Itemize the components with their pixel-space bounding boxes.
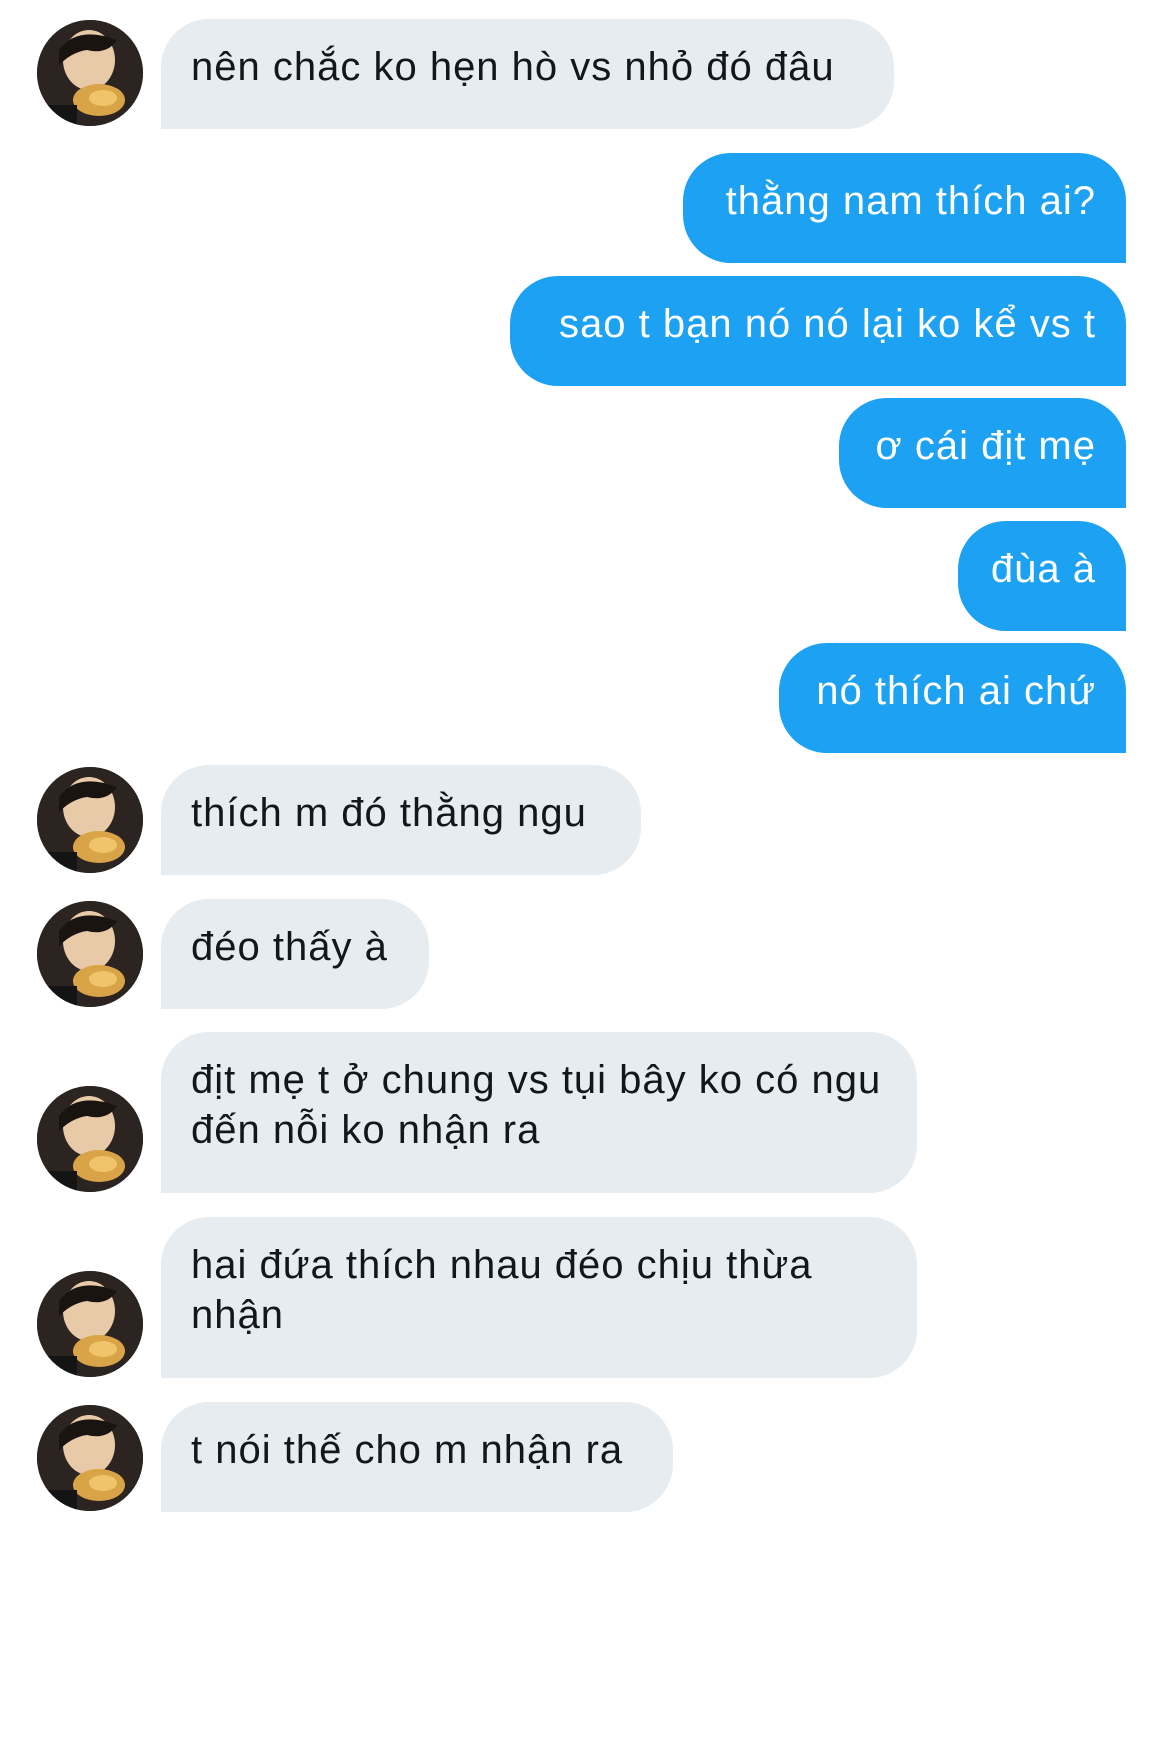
incoming-message[interactable]: hai đứa thích nhau đéo chịu thừa nhận (161, 1217, 917, 1378)
incoming-message[interactable]: nên chắc ko hẹn hò vs nhỏ đó đâu (161, 19, 894, 129)
avatar[interactable] (37, 767, 143, 873)
avatar[interactable] (37, 20, 143, 126)
outgoing-message[interactable]: thằng nam thích ai? (683, 153, 1126, 263)
avatar[interactable] (37, 1271, 143, 1377)
outgoing-message[interactable]: sao t bạn nó nó lại ko kể vs t (510, 276, 1126, 386)
incoming-message[interactable]: địt mẹ t ở chung vs tụi bây ko có ngu đế… (161, 1032, 917, 1193)
incoming-message[interactable]: đéo thấy à (161, 899, 429, 1009)
outgoing-message[interactable]: nó thích ai chứ (779, 643, 1126, 753)
avatar[interactable] (37, 1405, 143, 1511)
avatar[interactable] (37, 1086, 143, 1192)
outgoing-message[interactable]: ơ cái địt mẹ (839, 398, 1126, 508)
outgoing-message[interactable]: đùa à (958, 521, 1126, 631)
incoming-message[interactable]: thích m đó thằng ngu (161, 765, 641, 875)
incoming-message[interactable]: t nói thế cho m nhận ra (161, 1402, 673, 1512)
avatar[interactable] (37, 901, 143, 1007)
